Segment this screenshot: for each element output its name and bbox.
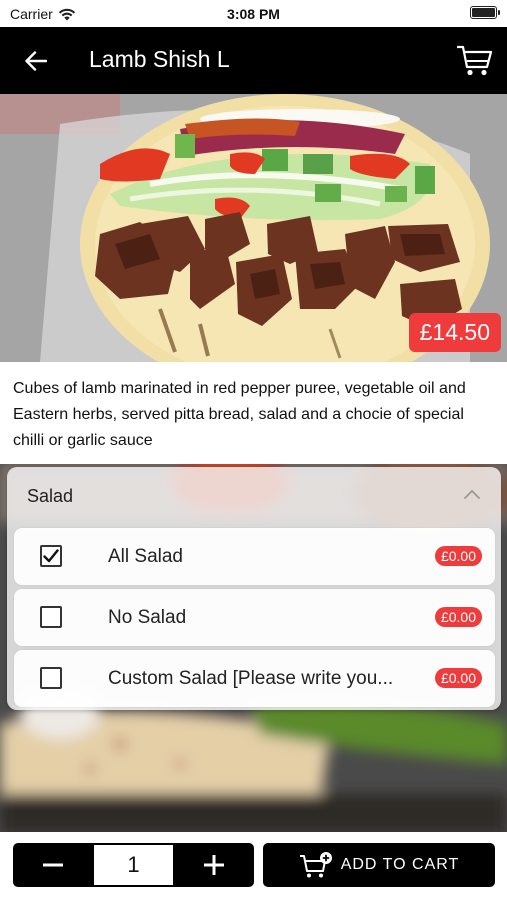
cart-add-icon (299, 852, 332, 878)
status-time: 3:08 PM (227, 6, 280, 22)
option-label: No Salad (108, 607, 187, 628)
add-to-cart-button[interactable]: ADD TO CART (263, 843, 495, 887)
checkbox-unchecked[interactable] (40, 606, 62, 628)
price-badge: £14.50 (408, 313, 501, 352)
product-image: £14.50 (0, 94, 507, 362)
checkmark-icon (43, 549, 59, 563)
option-all-salad[interactable]: All Salad £0.00 (14, 528, 495, 585)
option-price-badge: £0.00 (434, 546, 482, 566)
page-title: Lamb Shish L (89, 46, 230, 72)
cart-icon[interactable] (455, 41, 493, 79)
option-price-badge: £0.00 (434, 607, 482, 627)
increase-quantity-button[interactable] (174, 843, 254, 887)
arrow-left-icon (25, 51, 47, 71)
checkbox-unchecked[interactable] (40, 667, 62, 689)
options-group-title: Salad (27, 486, 74, 506)
option-label: Custom Salad [Please write you... (108, 668, 394, 689)
product-description: Cubes of lamb marinated in red pepper pu… (0, 362, 507, 464)
quantity-stepper: 1 (13, 843, 254, 887)
bottom-action-bar: 1 ADD TO CART (0, 832, 507, 900)
plus-icon (204, 855, 224, 875)
battery-icon (470, 6, 500, 19)
add-to-cart-label: ADD TO CART (340, 856, 460, 873)
option-custom-salad[interactable]: Custom Salad [Please write you... £0.00 (14, 650, 495, 707)
chevron-up-icon (464, 489, 480, 499)
options-panel: Salad All Salad £0.00 No Salad £0.00 Cus… (7, 467, 501, 710)
decrease-quantity-button[interactable] (13, 843, 93, 887)
option-price-badge: £0.00 (434, 668, 482, 688)
option-label: All Salad (108, 546, 183, 567)
back-button[interactable] (20, 45, 52, 77)
checkbox-checked[interactable] (40, 545, 62, 567)
minus-icon (43, 863, 63, 867)
options-group-header[interactable]: Salad (7, 467, 501, 525)
quantity-value[interactable]: 1 (94, 845, 173, 885)
nav-bar: Lamb Shish L (0, 27, 507, 94)
status-bar: Carrier 3:08 PM (0, 0, 507, 27)
option-no-salad[interactable]: No Salad £0.00 (14, 589, 495, 646)
